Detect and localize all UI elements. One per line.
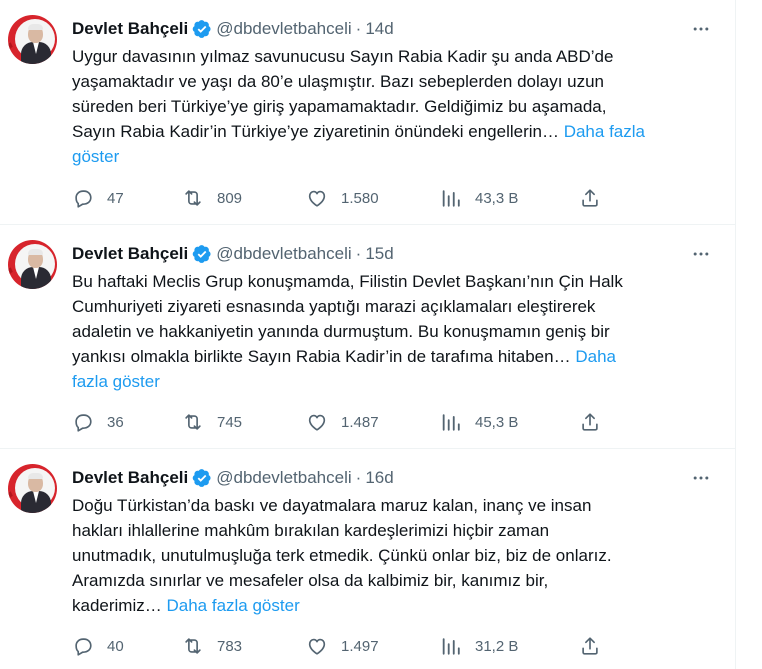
tweet-text-line: kaderimiz… Daha fazla göster [72, 593, 722, 618]
avatar[interactable] [8, 464, 57, 513]
tweet-text-line: Doğu Türkistan’da baskı ve dayatmalara m… [72, 496, 592, 515]
heart-icon [308, 190, 326, 207]
reply-count: 47 [107, 189, 124, 207]
separator-dot: · [355, 468, 362, 487]
tweet[interactable]: Devlet Bahçeli @dbdevletbahceli · 15d Bu… [0, 225, 735, 449]
repost-icon [185, 638, 201, 654]
more-options-icon[interactable] [689, 467, 713, 489]
tweet-text-line: yankısı olmakla birlikte Sayın Rabia Kad… [72, 344, 722, 369]
repost-icon [185, 414, 201, 430]
tweet-text: Uygur davasının yılmaz savunucusu Sayın … [72, 44, 722, 169]
share-button[interactable] [579, 634, 601, 658]
tweet-header: Devlet Bahçeli @dbdevletbahceli · 15d [72, 243, 394, 265]
heart-icon [308, 638, 326, 655]
like-button[interactable]: 1.487 [306, 410, 379, 434]
show-more-link[interactable]: fazla göster [72, 369, 722, 394]
tweet-text-line: Bu haftaki Meclis Grup konuşmamda, Filis… [72, 272, 623, 291]
tweet-text-line-content: kaderimiz… [72, 596, 162, 615]
author-handle[interactable]: @dbdevletbahceli [216, 19, 351, 39]
tweet-text-line: yaşamaktadır ve yaşı da 80’e ulaşmıştır.… [72, 72, 605, 91]
view-count: 43,3 B [475, 189, 519, 207]
tweet-timestamp[interactable]: 14d [365, 19, 393, 39]
verified-badge-icon [192, 244, 212, 264]
like-count: 1.487 [341, 413, 379, 431]
tweet-header: Devlet Bahçeli @dbdevletbahceli · 14d [72, 18, 394, 40]
view-count: 45,3 B [475, 413, 519, 431]
tweet-text: Doğu Türkistan’da baskı ve dayatmalara m… [72, 493, 722, 618]
reply-button[interactable]: 36 [72, 410, 124, 434]
reply-icon [75, 638, 92, 656]
repost-button[interactable]: 783 [182, 634, 242, 658]
share-button[interactable] [579, 186, 601, 210]
author-name[interactable]: Devlet Bahçeli [72, 19, 188, 39]
tweet-text-line: Cumhuriyeti ziyareti esnasında yaptığı m… [72, 297, 596, 316]
avatar[interactable] [8, 240, 57, 289]
tweet-header: Devlet Bahçeli @dbdevletbahceli · 16d [72, 467, 394, 489]
views-chart-icon [442, 190, 460, 207]
tweet-text-line: Sayın Rabia Kadir’in Türkiye’ye ziyareti… [72, 119, 722, 144]
more-options-icon[interactable] [689, 243, 713, 265]
share-icon [582, 637, 598, 655]
tweet-text-line: süreden beri Türkiye’ye giriş yapamamakt… [72, 97, 607, 116]
share-icon [582, 189, 598, 207]
views-button[interactable]: 45,3 B [440, 410, 518, 434]
verified-badge-icon [192, 468, 212, 488]
tweet-actions: 47 809 1.580 43,3 B [72, 186, 612, 210]
like-button[interactable]: 1.580 [306, 186, 379, 210]
tweet-timestamp[interactable]: 15d [365, 244, 393, 264]
share-icon [582, 413, 598, 431]
tweet-actions: 36 745 1.487 45,3 B [72, 410, 612, 434]
reply-button[interactable]: 40 [72, 634, 124, 658]
author-name[interactable]: Devlet Bahçeli [72, 468, 188, 488]
reply-count: 36 [107, 413, 124, 431]
repost-button[interactable]: 745 [182, 410, 242, 434]
views-chart-icon [442, 414, 460, 431]
tweet[interactable]: Devlet Bahçeli @dbdevletbahceli · 14d Uy… [0, 0, 735, 225]
tweet-actions: 40 783 1.497 31,2 B [72, 634, 612, 658]
views-chart-icon [442, 638, 460, 655]
show-more-link[interactable]: Daha fazla [564, 122, 645, 141]
reply-count: 40 [107, 637, 124, 655]
tweet-text-line: unutmadık, unutulmuşluğa terk etmedik. Ç… [72, 546, 612, 565]
like-count: 1.580 [341, 189, 379, 207]
reply-button[interactable]: 47 [72, 186, 124, 210]
like-count: 1.497 [341, 637, 379, 655]
reply-icon [75, 414, 92, 432]
heart-icon [308, 414, 326, 431]
show-more-link[interactable]: göster [72, 144, 722, 169]
show-more-link[interactable]: Daha fazla göster [166, 596, 299, 615]
tweet-text-line: adaletin ve hakkaniyetin yanında durmuşt… [72, 322, 610, 341]
tweet-text: Bu haftaki Meclis Grup konuşmamda, Filis… [72, 269, 722, 394]
tweet[interactable]: Devlet Bahçeli @dbdevletbahceli · 16d Do… [0, 449, 735, 669]
repost-count: 783 [217, 637, 243, 655]
separator-dot: · [355, 244, 362, 263]
timeline: Devlet Bahçeli @dbdevletbahceli · 14d Uy… [0, 0, 736, 669]
more-options-icon[interactable] [689, 18, 713, 40]
share-button[interactable] [579, 410, 601, 434]
author-name[interactable]: Devlet Bahçeli [72, 244, 188, 264]
tweet-text-line-content: Sayın Rabia Kadir’in Türkiye’ye ziyareti… [72, 122, 559, 141]
tweet-text-line-content: yankısı olmakla birlikte Sayın Rabia Kad… [72, 347, 571, 366]
views-button[interactable]: 31,2 B [440, 634, 518, 658]
views-button[interactable]: 43,3 B [440, 186, 518, 210]
reply-icon [75, 190, 92, 208]
repost-icon [185, 190, 201, 206]
show-more-link[interactable]: Daha [575, 347, 616, 366]
tweet-timestamp[interactable]: 16d [365, 468, 393, 488]
tweet-text-line: hakları ihlallerine mahkûm bırakılan kar… [72, 521, 550, 540]
repost-count: 809 [217, 189, 243, 207]
repost-button[interactable]: 809 [182, 186, 242, 210]
like-button[interactable]: 1.497 [306, 634, 379, 658]
verified-badge-icon [192, 19, 212, 39]
tweet-text-line: Uygur davasının yılmaz savunucusu Sayın … [72, 47, 614, 66]
view-count: 31,2 B [475, 637, 519, 655]
repost-count: 745 [217, 413, 243, 431]
author-handle[interactable]: @dbdevletbahceli [216, 244, 351, 264]
separator-dot: · [355, 19, 362, 38]
tweet-text-line: Aramızda sınırlar ve mesafeler olsa da k… [72, 571, 549, 590]
avatar[interactable] [8, 15, 57, 64]
author-handle[interactable]: @dbdevletbahceli [216, 468, 351, 488]
